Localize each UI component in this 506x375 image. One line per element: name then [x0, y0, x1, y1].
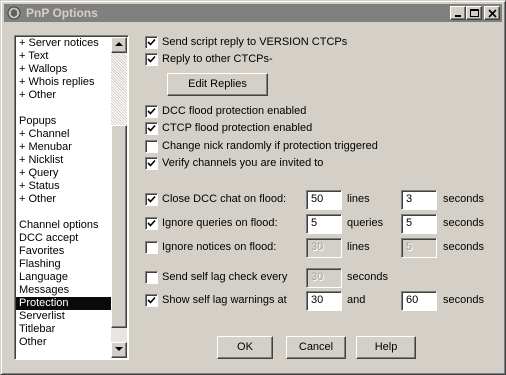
checkmark-icon: [147, 107, 156, 115]
dcc-flood-label: DCC flood protection enabled: [162, 105, 307, 117]
category-item[interactable]: Popups: [16, 115, 111, 128]
ignore-notices-lines-unit: lines: [347, 241, 370, 253]
category-item[interactable]: + Menubar: [16, 141, 111, 154]
send-script-reply-label: Send script reply to VERSION CTCPs: [162, 36, 348, 48]
arrow-up-icon: [115, 42, 123, 46]
ignore-queries-count-unit: queries: [347, 217, 384, 229]
reply-other-ctcps-label: Reply to other CTCPs-: [162, 53, 273, 65]
category-item[interactable]: + Channel: [16, 128, 111, 141]
change-nick-checkbox[interactable]: [145, 140, 158, 153]
checkmark-icon: [147, 124, 156, 132]
cancel-button[interactable]: Cancel: [286, 336, 346, 359]
verify-channels-label: Verify channels you are invited to: [162, 157, 324, 169]
close-dcc-seconds-unit: seconds: [443, 193, 484, 205]
checkmark-icon: [147, 219, 156, 227]
lag-check-label: Send self lag check every: [162, 271, 288, 283]
maximize-button[interactable]: [466, 6, 482, 20]
category-item[interactable]: + Server notices: [16, 37, 111, 50]
reply-other-ctcps-checkbox[interactable]: [145, 53, 158, 66]
ignore-queries-label: Ignore queries on flood:: [162, 217, 278, 229]
lag-warnings-and-text: and: [347, 294, 366, 306]
category-item[interactable]: Titlebar: [16, 323, 111, 336]
app-icon: [7, 6, 21, 20]
checkmark-icon: [147, 296, 156, 304]
lag-check-seconds-input[interactable]: 30: [306, 268, 342, 288]
scroll-thumb[interactable]: [111, 125, 127, 328]
close-icon: [488, 9, 497, 18]
ctcp-flood-label: CTCP flood protection enabled: [162, 122, 313, 134]
close-dcc-lines-unit: lines: [347, 193, 370, 205]
send-script-reply-checkbox[interactable]: [145, 36, 158, 49]
category-item[interactable]: Other: [16, 336, 111, 349]
category-item[interactable]: Channel options: [16, 219, 111, 232]
category-item[interactable]: DCC accept: [16, 232, 111, 245]
ignore-queries-seconds-input[interactable]: 5: [401, 214, 437, 234]
ignore-notices-seconds-unit: seconds: [443, 241, 484, 253]
category-item[interactable]: + Nicklist: [16, 154, 111, 167]
ctcp-flood-checkbox[interactable]: [145, 122, 158, 135]
category-list-items: + Server notices + Text + Wallops + Whois r…: [16, 37, 111, 349]
minimize-icon: [455, 15, 461, 17]
category-item[interactable]: + Text: [16, 50, 111, 63]
category-item[interactable]: + Wallops: [16, 63, 111, 76]
minimize-button[interactable]: [450, 6, 466, 20]
checkmark-icon: [147, 159, 156, 167]
category-item[interactable]: + Other: [16, 193, 111, 206]
ignore-queries-seconds-unit: seconds: [443, 217, 484, 229]
scroll-down-button[interactable]: [111, 342, 127, 358]
lag-check-checkbox[interactable]: [145, 271, 158, 284]
title-bar[interactable]: PnP Options: [4, 4, 502, 22]
checkmark-icon: [147, 38, 156, 46]
lag-check-seconds-unit: seconds: [347, 271, 388, 283]
checkmark-icon: [147, 55, 156, 63]
dcc-flood-checkbox[interactable]: [145, 105, 158, 118]
ignore-notices-checkbox[interactable]: [145, 241, 158, 254]
close-dcc-seconds-input[interactable]: 3: [401, 190, 437, 210]
category-item[interactable]: + Whois replies: [16, 76, 111, 89]
category-item[interactable]: Language: [16, 271, 111, 284]
lag-warnings-second-input[interactable]: 60: [401, 291, 437, 311]
edit-replies-button[interactable]: Edit Replies: [167, 73, 268, 96]
change-nick-label: Change nick randomly if protection trigg…: [162, 140, 378, 152]
category-item[interactable]: + Query: [16, 167, 111, 180]
close-dcc-label: Close DCC chat on flood:: [162, 193, 287, 205]
maximize-icon: [470, 9, 479, 17]
verify-channels-checkbox[interactable]: [145, 157, 158, 170]
ok-button[interactable]: OK: [217, 336, 273, 359]
category-item[interactable]: + Status: [16, 180, 111, 193]
list-scrollbar[interactable]: [111, 37, 127, 358]
lag-warnings-checkbox[interactable]: [145, 294, 158, 307]
category-item[interactable]: Serverlist: [16, 310, 111, 323]
close-dcc-lines-input[interactable]: 50: [306, 190, 342, 210]
checkmark-icon: [147, 195, 156, 203]
ignore-notices-label: Ignore notices on flood:: [162, 241, 277, 253]
ignore-notices-seconds-input[interactable]: 5: [401, 238, 437, 258]
arrow-down-icon: [115, 347, 123, 351]
lag-warnings-first-input[interactable]: 30: [306, 291, 342, 311]
ignore-queries-checkbox[interactable]: [145, 217, 158, 230]
lag-warnings-label: Show self lag warnings at: [162, 294, 287, 306]
category-item[interactable]: Flashing: [16, 258, 111, 271]
category-item[interactable]: Favorites: [16, 245, 111, 258]
category-item[interactable]: Messages: [16, 284, 111, 297]
lag-warnings-seconds-unit: seconds: [443, 294, 484, 306]
scroll-track[interactable]: [111, 53, 127, 125]
pnp-options-window: PnP Options + Server notices + Text + Wall…: [0, 0, 506, 375]
category-list[interactable]: + Server notices + Text + Wallops + Whois r…: [14, 35, 129, 360]
category-item[interactable]: Protection: [16, 297, 111, 310]
ignore-notices-lines-input[interactable]: 30: [306, 238, 342, 258]
ignore-queries-count-input[interactable]: 5: [306, 214, 342, 234]
category-item[interactable]: + Other: [16, 89, 111, 102]
close-button[interactable]: [484, 6, 500, 20]
scroll-up-button[interactable]: [111, 37, 127, 53]
window-title: PnP Options: [26, 6, 98, 20]
close-dcc-checkbox[interactable]: [145, 193, 158, 206]
help-button[interactable]: Help: [356, 336, 416, 359]
